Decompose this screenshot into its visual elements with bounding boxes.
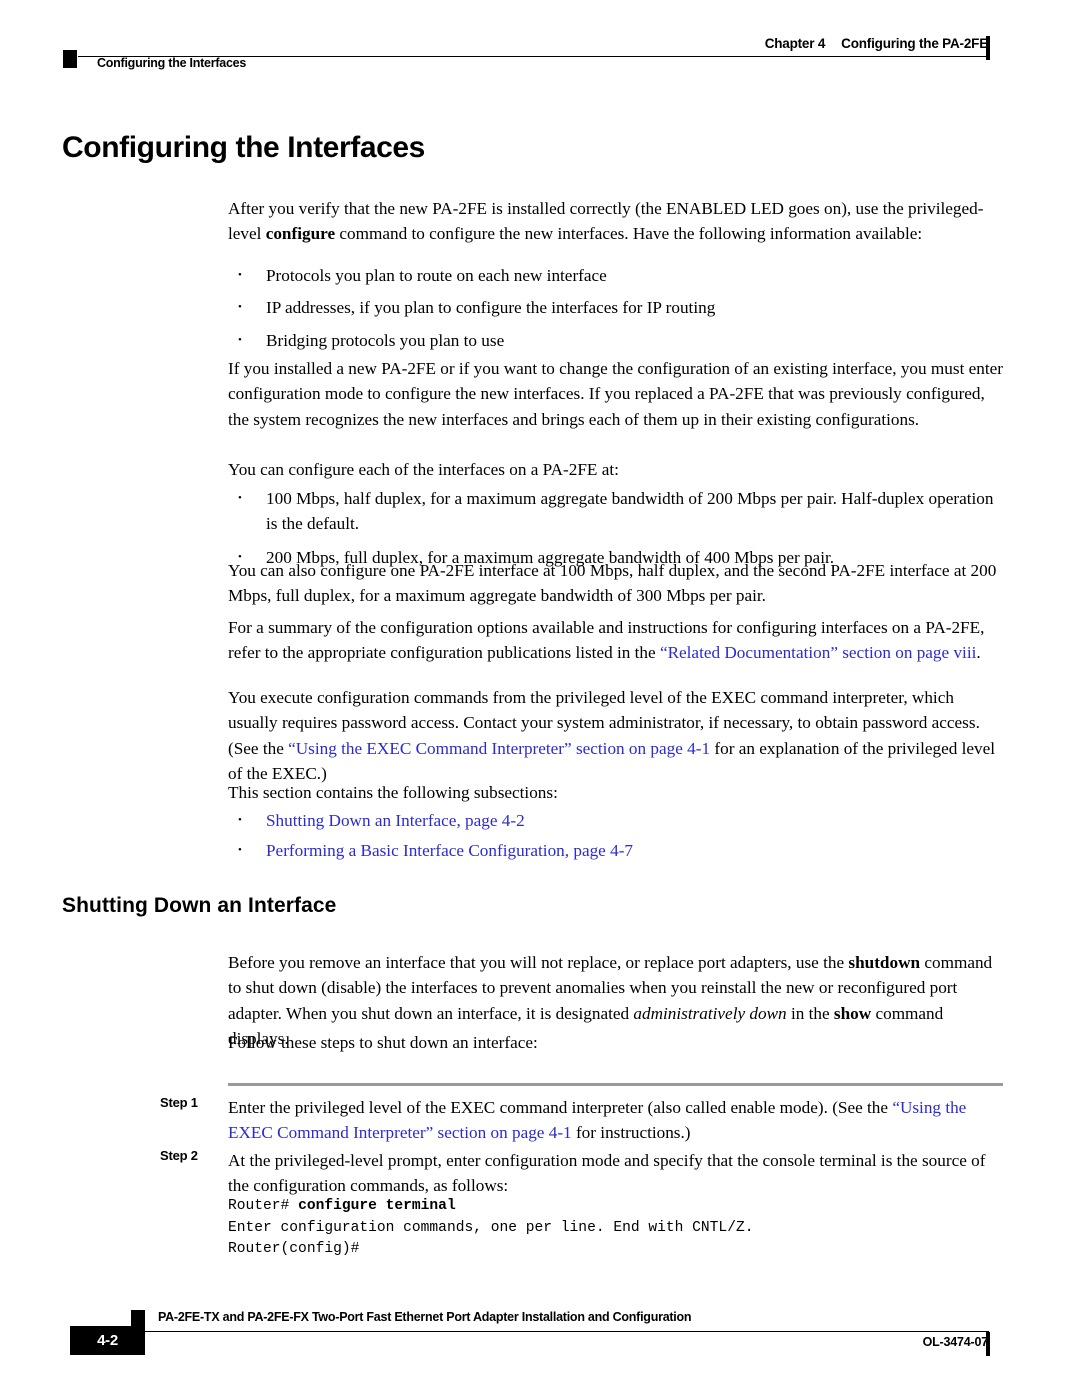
follow-steps-block: Follow these steps to shut down an inter… [228, 1030, 1003, 1055]
exec-paragraph: You execute configuration commands from … [228, 685, 1003, 787]
list-item: 100 Mbps, half duplex, for a maximum agg… [228, 485, 1003, 537]
list-item[interactable]: Performing a Basic Interface Configurati… [228, 837, 1003, 863]
information-list: Protocols you plan to route on each new … [228, 262, 1003, 353]
subsections-intro-paragraph: This section contains the following subs… [228, 783, 558, 802]
intro-paragraph-block: After you verify that the new PA-2FE is … [228, 196, 1003, 247]
exec-paragraph-block: You execute configuration commands from … [228, 685, 1003, 787]
step-1-text-a: Enter the privileged level of the EXEC c… [228, 1098, 893, 1117]
cli-code-block: Router# configure terminal Enter configu… [228, 1196, 753, 1261]
section-intro-italic-admin-down: administratively down [633, 1003, 787, 1023]
footer-book-title: PA-2FE-TX and PA-2FE-FX Two-Port Fast Et… [158, 1310, 692, 1324]
list-item[interactable]: Shutting Down an Interface, page 4-2 [228, 807, 1003, 833]
subsection-link-basic-interface-config[interactable]: Performing a Basic Interface Configurati… [266, 841, 633, 860]
header-running-head: Configuring the Interfaces [97, 56, 247, 70]
list-item: Bridging protocols you plan to use [228, 327, 1003, 353]
header-chapter-reference: Chapter 4 Configuring the PA-2FE [764, 36, 989, 51]
code-prompt-1: Router# [228, 1198, 299, 1214]
related-documentation-link[interactable]: “Related Documentation” section on page … [660, 643, 976, 662]
subsection-links-block: Shutting Down an Interface, page 4-2 Per… [228, 807, 1003, 864]
footer-document-number: OL-3474-07 [922, 1335, 989, 1349]
header-chapter-number: Chapter 4 [764, 36, 826, 51]
steps-divider-rule [228, 1083, 1003, 1086]
header-chapter-name: Configuring the PA-2FE [841, 36, 988, 51]
subsection-links-list: Shutting Down an Interface, page 4-2 Per… [228, 807, 1003, 864]
footer-square-marker-icon [131, 1310, 145, 1328]
follow-steps-paragraph: Follow these steps to shut down an inter… [228, 1033, 538, 1052]
document-page: Chapter 4 Configuring the PA-2FE Configur… [0, 0, 1080, 1397]
installed-new-paragraph-block: If you installed a new PA-2FE or if you … [228, 356, 1003, 432]
configure-each-paragraph: You can configure each of the interfaces… [228, 460, 619, 479]
list-item-label: IP addresses, if you plan to configure t… [266, 298, 716, 318]
footer-end-bar [986, 1332, 990, 1356]
header-square-marker-icon [63, 50, 77, 68]
step-2-text-a: At the privileged-level prompt, enter co… [228, 1151, 986, 1196]
header-end-bar [986, 36, 990, 60]
using-exec-interpreter-link[interactable]: “Using the EXEC Command Interpreter” sec… [288, 739, 710, 758]
information-list-block: Protocols you plan to route on each new … [228, 262, 1003, 353]
list-item-label: Bridging protocols you plan to use [266, 330, 505, 350]
page-title: Configuring the Interfaces [62, 131, 425, 164]
section-intro-bold-shutdown: shutdown [848, 953, 921, 972]
code-line-2: Enter configuration commands, one per li… [228, 1219, 754, 1236]
section-title-shutting-down: Shutting Down an Interface [62, 894, 337, 917]
summary-paragraph: For a summary of the configuration optio… [228, 615, 1003, 666]
subsection-link-shutting-down[interactable]: Shutting Down an Interface, page 4-2 [266, 811, 525, 830]
step-1-label: Step 1 [160, 1095, 198, 1110]
intro-text-b: command to configure the new interfaces.… [335, 224, 923, 244]
section-intro-bold-show: show [833, 1003, 872, 1023]
footer-page-number: 4-2 [97, 1332, 118, 1349]
installed-new-paragraph: If you installed a new PA-2FE or if you … [228, 359, 1003, 429]
section-intro-text-a: Before you remove an interface that you … [228, 953, 849, 972]
page-header: Chapter 4 Configuring the PA-2FE Configur… [0, 0, 1080, 92]
list-item: Protocols you plan to route on each new … [228, 262, 1003, 288]
step-2-text: At the privileged-level prompt, enter co… [228, 1148, 1003, 1199]
intro-bold-configure: configure [265, 224, 336, 244]
step-2-label: Step 2 [160, 1148, 198, 1163]
section-intro-text-c: in the [786, 1003, 834, 1023]
footer-divider-rule [140, 1331, 989, 1332]
intro-paragraph: After you verify that the new PA-2FE is … [228, 196, 1003, 247]
code-line-3: Router(config)# [228, 1241, 360, 1257]
also-configure-paragraph-block: You can also configure one PA-2FE interf… [228, 558, 1003, 609]
list-item-label: 100 Mbps, half duplex, for a maximum agg… [266, 489, 994, 534]
code-command: configure terminal [298, 1198, 456, 1214]
list-item: IP addresses, if you plan to configure t… [228, 294, 1003, 320]
list-item-label: Protocols you plan to route on each new … [266, 266, 607, 285]
summary-text-b: . [976, 643, 981, 663]
summary-paragraph-block: For a summary of the configuration optio… [228, 615, 1003, 666]
configure-each-paragraph-block: You can configure each of the interfaces… [228, 457, 1003, 482]
step-1-text: Enter the privileged level of the EXEC c… [228, 1095, 1003, 1146]
also-configure-paragraph: You can also configure one PA-2FE interf… [228, 561, 997, 606]
step-1-text-b: for instructions.) [571, 1123, 691, 1143]
subsections-intro-block: This section contains the following subs… [228, 780, 1003, 805]
